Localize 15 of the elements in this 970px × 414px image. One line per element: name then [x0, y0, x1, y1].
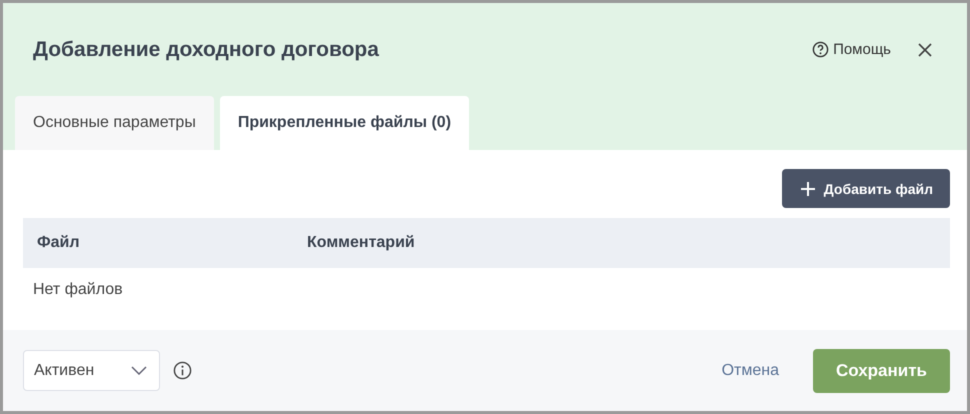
- info-icon[interactable]: [173, 361, 192, 380]
- empty-message: Нет файлов: [33, 281, 123, 299]
- help-button[interactable]: Помощь: [812, 41, 891, 58]
- column-header: Комментарий: [307, 234, 415, 252]
- column-header: Файл: [36, 234, 81, 252]
- close-icon[interactable]: [917, 42, 933, 58]
- plus-icon: [800, 182, 815, 196]
- tab[interactable]: Прикрепленные файлы (0): [220, 96, 470, 150]
- help-icon: [812, 41, 830, 58]
- status-dropdown[interactable]: Активен: [23, 350, 160, 391]
- add-file-button[interactable]: Добавить файл: [782, 169, 950, 208]
- chevron-down-icon: [131, 366, 147, 375]
- tab[interactable]: Основные параметры: [15, 96, 214, 150]
- cancel-button[interactable]: Отмена: [716, 360, 785, 380]
- dialog-title: Добавление доходного договора: [33, 38, 380, 62]
